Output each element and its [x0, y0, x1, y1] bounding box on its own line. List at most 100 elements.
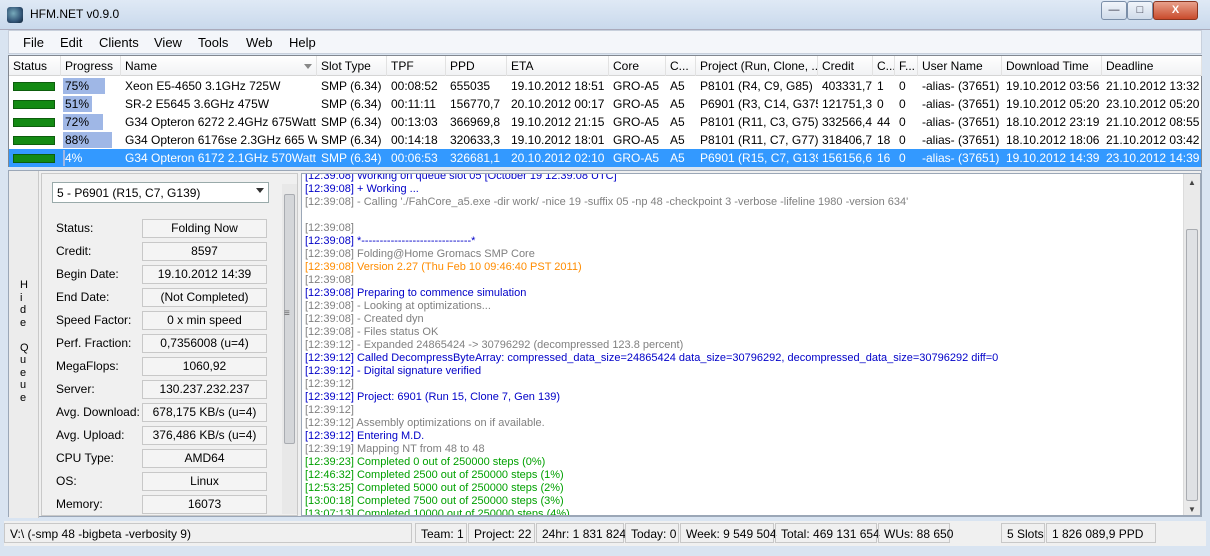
queue-field-value: 1060,92 [142, 357, 267, 376]
queue-field-label: MegaFlops: [56, 359, 119, 373]
cell-c2: 0 [877, 97, 884, 111]
table-row[interactable]: 51% SR-2 E5645 3.6GHz 475W SMP (6.34) 00:11… [9, 95, 1201, 113]
table-row[interactable]: 75% Xeon E5-4650 3.1GHz 725W SMP (6.34) 00:… [9, 77, 1201, 95]
log-line: [12:39:12] Assembly optimizations on if … [305, 417, 545, 429]
col-f[interactable]: F... [895, 56, 918, 76]
cell-name: G34 Opteron 6272 2.4GHz 675Watt [125, 115, 316, 129]
progress-text: 4% [65, 151, 83, 165]
queue-field-value: 16073 [142, 495, 267, 514]
cell-user: -alias- (37651) [922, 115, 1000, 129]
cell-f: 0 [899, 115, 906, 129]
cell-c: A5 [670, 115, 685, 129]
menu-help[interactable]: Help [289, 35, 316, 50]
col-slot-type[interactable]: Slot Type [317, 56, 387, 76]
log-line: [12:39:08] Version 2.27 (Thu Feb 10 09:4… [305, 261, 582, 273]
hide-queue-button[interactable]: HideQueue [9, 171, 39, 518]
grid-header: Status Progress Name Slot Type TPF PPD E… [9, 56, 1202, 76]
cell-tpf: 00:08:52 [391, 79, 438, 93]
log-scrollbar-thumb[interactable] [1186, 229, 1198, 501]
col-deadline[interactable]: Deadline [1102, 56, 1202, 76]
cell-name: SR-2 E5645 3.6GHz 475W [125, 97, 270, 111]
cell-name: Xeon E5-4650 3.1GHz 725W [125, 79, 281, 93]
table-row[interactable]: 4% G34 Opteron 6172 2.1GHz 570Watt SMP (6.… [9, 149, 1201, 167]
cell-c: A5 [670, 97, 685, 111]
table-row[interactable]: 72% G34 Opteron 6272 2.4GHz 675Watt SMP (6… [9, 113, 1201, 131]
menu-tools[interactable]: Tools [198, 35, 228, 50]
queue-field-label: Server: [56, 382, 95, 396]
queue-field-value: Folding Now [142, 219, 267, 238]
hide-queue-letter: Q [20, 341, 29, 354]
log-line: [12:39:08] - Files status OK [305, 326, 439, 338]
cell-project: P6901 (R15, C7, G139) [700, 151, 818, 165]
cell-project: P6901 (R3, C14, G375) [700, 97, 818, 111]
status-indicator [13, 154, 55, 163]
col-download-time[interactable]: Download Time [1002, 56, 1102, 76]
close-button[interactable]: X [1153, 1, 1198, 20]
progress-cell: 72% [61, 113, 121, 131]
log-line: [12:39:12] [305, 404, 354, 416]
cell-project: P8101 (R11, C3, G75) [700, 115, 818, 129]
col-user-name[interactable]: User Name [918, 56, 1002, 76]
queue-field-label: Speed Factor: [56, 313, 132, 327]
col-core[interactable]: Core [609, 56, 666, 76]
queue-field-value: Linux [142, 472, 267, 491]
cell-project: P8101 (R4, C9, G85) [700, 79, 813, 93]
minimize-button[interactable]: — [1101, 1, 1127, 20]
title-bar: HFM.NET v0.9.0 — □ X [0, 0, 1210, 30]
col-name[interactable]: Name [121, 56, 317, 76]
col-eta[interactable]: ETA [507, 56, 609, 76]
cell-download: 18.10.2012 23:19 [1006, 115, 1100, 129]
col-status[interactable]: Status [9, 56, 61, 76]
log-line: [12:39:08] [305, 222, 354, 234]
panel-splitter[interactable]: ≡ [283, 173, 295, 516]
col-ppd[interactable]: PPD [446, 56, 507, 76]
col-progress[interactable]: Progress [61, 56, 121, 76]
cell-download: 18.10.2012 18:06 [1006, 133, 1100, 147]
cell-tpf: 00:11:11 [391, 97, 436, 111]
cell-download: 19.10.2012 05:20 [1006, 97, 1100, 111]
cell-slot-type: SMP (6.34) [321, 133, 382, 147]
cell-ppd: 156770,7 [450, 97, 501, 111]
status-path: V:\ (-smp 48 -bigbeta -verbosity 9) [4, 523, 412, 543]
cell-tpf: 00:14:18 [391, 133, 438, 147]
cell-eta: 20.10.2012 02:10 [511, 151, 605, 165]
log-line: [12:39:08] *----------------------------… [305, 235, 476, 247]
cell-core: GRO-A5 [613, 151, 660, 165]
col-c[interactable]: C... [666, 56, 696, 76]
cell-credit: 332566,4 [822, 115, 873, 129]
col-c2[interactable]: C... [873, 56, 895, 76]
cell-deadline: 23.10.2012 14:39 [1106, 151, 1200, 165]
menu-edit[interactable]: Edit [60, 35, 82, 50]
log-line: [12:39:08] - Created dyn [305, 313, 424, 325]
progress-text: 72% [65, 115, 90, 129]
col-project[interactable]: Project (Run, Clone, ... [696, 56, 818, 76]
menu-clients[interactable]: Clients [99, 35, 139, 50]
queue-select[interactable]: 5 - P6901 (R15, C7, G139) [52, 182, 269, 203]
log-scrollbar[interactable]: ▲ ▼ [1183, 174, 1200, 515]
cell-name: G34 Opteron 6172 2.1GHz 570Watt [125, 151, 316, 165]
scroll-up-icon[interactable]: ▲ [1188, 178, 1196, 187]
col-tpf[interactable]: TPF [387, 56, 446, 76]
cell-core: GRO-A5 [613, 115, 660, 129]
menu-web[interactable]: Web [246, 35, 273, 50]
cell-f: 0 [899, 151, 906, 165]
progress-cell: 4% [61, 149, 121, 167]
log-line: [12:39:08] - Calling './FahCore_a5.exe -… [305, 196, 909, 208]
status-project: Project: 22 [468, 523, 535, 543]
table-row[interactable]: 88% G34 Opteron 6176se 2.3GHz 665 Watt SMP… [9, 131, 1201, 149]
log-viewer[interactable]: [12:39:08] Working on queue slot 05 [Oct… [301, 173, 1201, 516]
cell-c2: 18 [877, 133, 891, 147]
log-line: [12:39:08] [305, 274, 354, 286]
col-credit[interactable]: Credit [818, 56, 873, 76]
cell-c: A5 [670, 133, 685, 147]
restore-button[interactable]: □ [1127, 1, 1153, 20]
menu-view[interactable]: View [154, 35, 182, 50]
hide-queue-letter: u [20, 354, 27, 366]
cell-credit: 403331,7 [822, 79, 873, 93]
cell-eta: 20.10.2012 00:17 [511, 97, 605, 111]
menu-file[interactable]: File [23, 35, 44, 50]
queue-field-label: Credit: [56, 244, 92, 258]
cell-download: 19.10.2012 14:39 [1006, 151, 1100, 165]
log-line: [12:39:12] Entering M.D. [305, 430, 425, 442]
scroll-down-icon[interactable]: ▼ [1188, 505, 1196, 514]
